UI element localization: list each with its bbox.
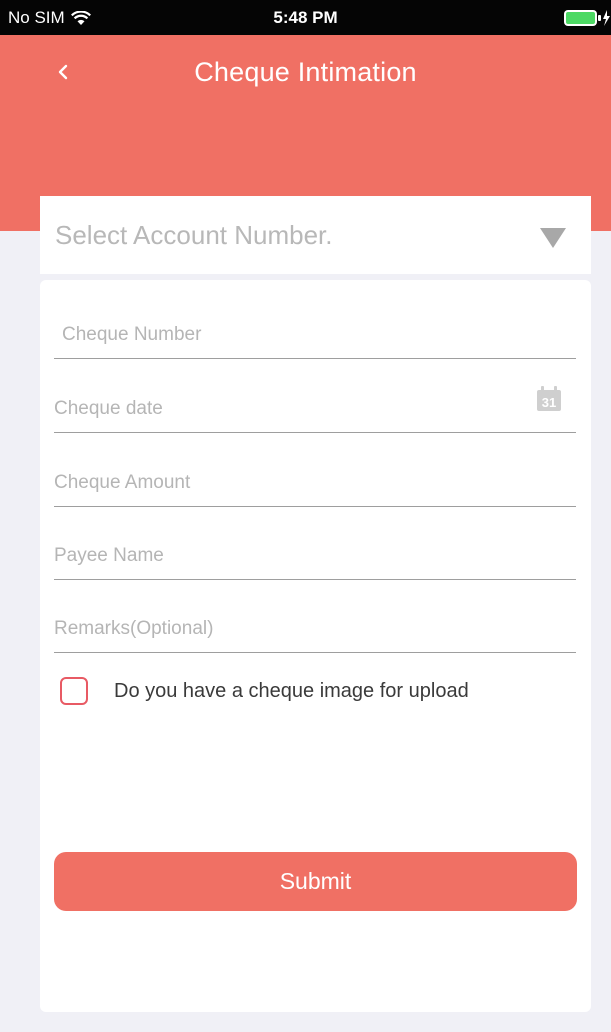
remarks-field [54,590,576,653]
battery-indicator [563,9,611,32]
clock: 5:48 PM [273,8,338,27]
page-title: Cheque Intimation [194,57,417,87]
battery-icon [564,10,610,26]
cheque-form: 31 Do you have a cheque image for upload… [40,280,591,1012]
payee-name-field [54,517,576,580]
cheque-date-field: 31 [54,370,576,433]
account-number-dropdown[interactable]: Select Account Number. [40,196,591,274]
account-dropdown-placeholder: Select Account Number. [55,220,333,250]
cheque-amount-field [54,444,576,507]
cheque-number-field [54,296,576,359]
calendar-day-text: 31 [542,395,556,410]
triangle-down-icon [540,228,566,248]
status-bar: No SIM 5:48 PM [0,0,611,35]
payee-name-input[interactable] [54,545,524,567]
upload-image-option[interactable]: Do you have a cheque image for upload [60,674,469,708]
remarks-input[interactable] [54,618,524,640]
cheque-number-input[interactable] [62,324,532,346]
cheque-amount-input[interactable] [54,472,524,494]
submit-button[interactable]: Submit [54,852,577,911]
upload-image-checkbox[interactable] [60,677,88,705]
calendar-icon[interactable]: 31 [536,386,562,412]
cheque-date-input[interactable] [54,398,524,420]
upload-image-checkbox-label: Do you have a cheque image for upload [114,679,469,702]
